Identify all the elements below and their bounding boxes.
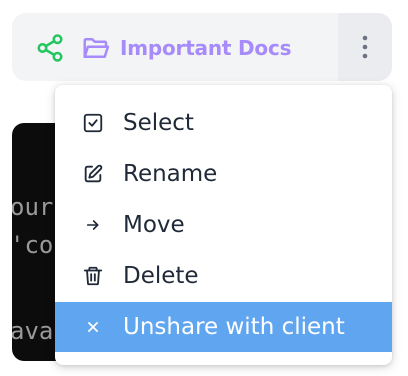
code-line: ava xyxy=(12,317,54,345)
code-line: our xyxy=(12,193,54,221)
screen: our 'co ava Important Docs Select Rename… xyxy=(0,0,408,376)
menu-item-unshare[interactable]: Unshare with client xyxy=(55,302,392,352)
menu-item-select[interactable]: Select xyxy=(55,102,392,144)
trash-icon xyxy=(81,264,105,288)
checkbox-icon xyxy=(81,111,105,135)
share-icon xyxy=(37,34,63,62)
more-options-button[interactable] xyxy=(338,13,392,81)
context-menu: Select Rename Move Delete Unshare with c… xyxy=(55,85,392,365)
edit-icon xyxy=(81,162,105,186)
menu-item-move[interactable]: Move xyxy=(55,204,392,246)
menu-item-label: Move xyxy=(123,212,185,238)
folder-title: Important Docs xyxy=(120,36,292,60)
arrow-right-icon xyxy=(81,213,105,237)
menu-item-label: Delete xyxy=(123,263,199,289)
close-icon xyxy=(81,315,105,339)
share-button[interactable] xyxy=(30,30,70,66)
menu-item-delete[interactable]: Delete xyxy=(55,255,392,297)
vertical-ellipsis-icon xyxy=(362,35,368,59)
menu-item-label: Rename xyxy=(123,161,218,187)
folder-title-button[interactable]: Important Docs xyxy=(80,28,292,68)
folder-open-icon xyxy=(83,38,110,58)
menu-item-label: Unshare with client xyxy=(123,314,345,340)
menu-item-label: Select xyxy=(123,110,194,136)
menu-item-rename[interactable]: Rename xyxy=(55,153,392,195)
code-line: 'co xyxy=(12,231,54,259)
